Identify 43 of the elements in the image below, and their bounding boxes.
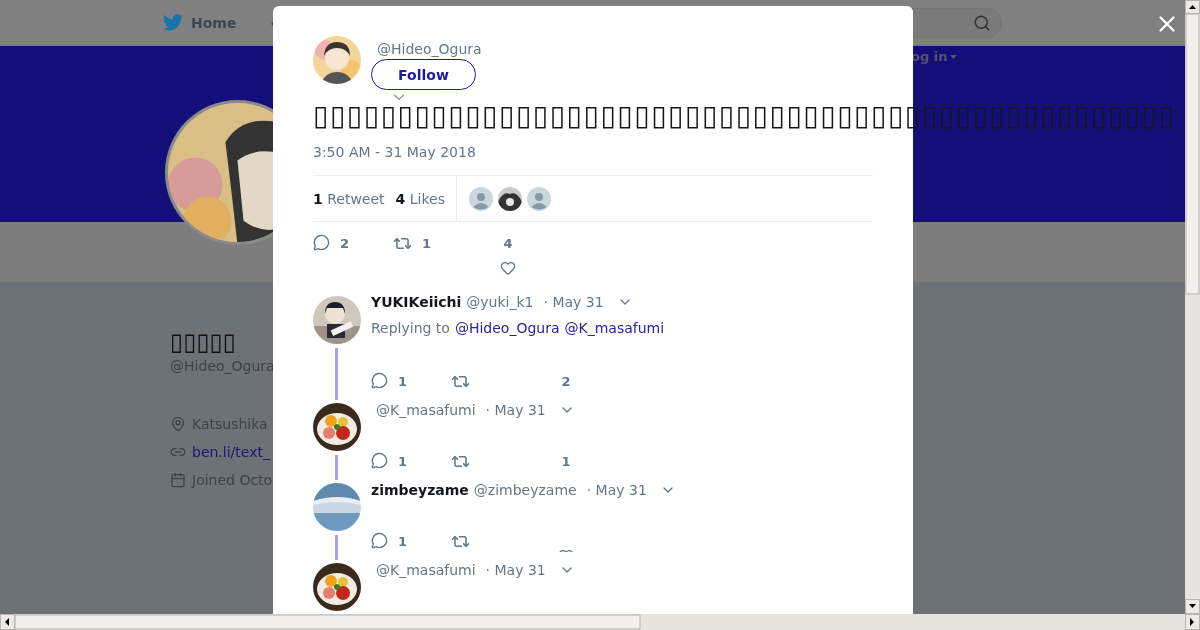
reply-author-handle[interactable]: @K_masafumi bbox=[376, 402, 476, 418]
replying-to-label: Replying to bbox=[371, 319, 450, 338]
like-count: 4 bbox=[503, 235, 513, 253]
retweet-count: 1 bbox=[422, 235, 432, 253]
vertical-scrollbar[interactable] bbox=[1185, 0, 1200, 614]
reply-date[interactable]: · May 31 bbox=[485, 402, 546, 418]
tweet-timestamp: 3:50 AM - 31 May 2018 bbox=[313, 143, 477, 162]
reply-icon[interactable] bbox=[371, 532, 388, 549]
reply-count: 1 bbox=[398, 533, 408, 551]
author-handle[interactable]: @Hideo_Ogura bbox=[377, 39, 482, 59]
heart-icon[interactable] bbox=[500, 260, 516, 276]
engagement-stat[interactable]: 1 Retweet bbox=[313, 190, 385, 207]
reply-author-handle[interactable]: @zimbeyzame bbox=[473, 482, 577, 498]
reply-icon[interactable] bbox=[313, 234, 330, 251]
profile-name: ▯▯▯▯▯ bbox=[170, 328, 237, 356]
mention-link[interactable]: @Hideo_Ogura bbox=[454, 316, 560, 340]
like-count: 1 bbox=[561, 453, 571, 471]
reply-count: 1 bbox=[398, 373, 408, 391]
caret-icon[interactable] bbox=[393, 94, 405, 100]
home-link[interactable]: Home bbox=[191, 14, 237, 31]
reply-count: 2 bbox=[340, 235, 350, 253]
like-count: 2 bbox=[561, 373, 571, 391]
search-icon[interactable] bbox=[973, 13, 991, 32]
heart-icon[interactable] bbox=[558, 548, 574, 552]
engagement-stat[interactable]: 4 Likes bbox=[395, 190, 445, 207]
profile-link[interactable]: ben.li/text_ bbox=[192, 444, 270, 460]
reply-author-name[interactable]: zimbeyzame bbox=[371, 482, 469, 498]
reply-icon[interactable] bbox=[371, 372, 388, 389]
reply-count: 1 bbox=[398, 453, 408, 471]
reply-date[interactable]: · May 31 bbox=[543, 294, 604, 310]
calendar-icon bbox=[170, 472, 186, 488]
default-avatar-icon bbox=[527, 186, 551, 211]
mention-link[interactable]: @K_masafumi bbox=[564, 316, 665, 340]
reply-author-name[interactable]: YUKIKeiichi bbox=[371, 294, 462, 310]
reply-date[interactable]: · May 31 bbox=[485, 562, 546, 578]
reply-author-handle[interactable]: @yuki_k1 bbox=[466, 294, 534, 310]
horizontal-scrollbar[interactable] bbox=[0, 614, 1200, 630]
reply-author-handle[interactable]: @K_masafumi bbox=[376, 562, 476, 578]
default-avatar-icon bbox=[469, 186, 493, 211]
location-icon bbox=[170, 416, 186, 432]
follow-button[interactable]: Follow bbox=[371, 59, 476, 90]
reply-icon[interactable] bbox=[371, 452, 388, 469]
reply-date[interactable]: · May 31 bbox=[586, 482, 647, 498]
